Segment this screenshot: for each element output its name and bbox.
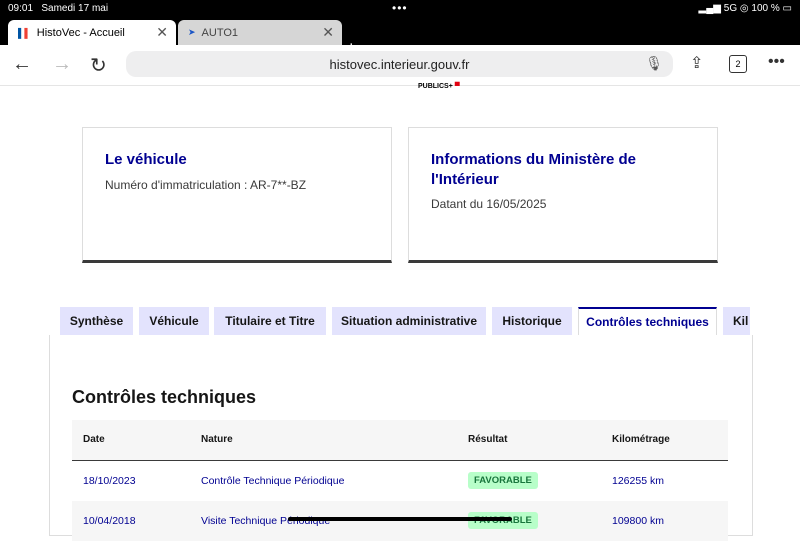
- ministry-card-title: Informations du Ministère de l'Intérieur: [431, 151, 637, 188]
- tab-situation-administrative[interactable]: Situation administrative: [332, 307, 486, 335]
- tab-titulaire[interactable]: Titulaire et Titre: [214, 307, 326, 335]
- browser-tab-title: AUTO1: [201, 26, 239, 39]
- forward-arrow-icon[interactable]: →: [52, 53, 72, 76]
- browser-tab-bar: ▌▌ HistoVec - Accueil ✕ ➤ AUTO1 ✕ +: [0, 18, 800, 58]
- browser-toolbar: ← → ↻ histovec.interieur.gouv.fr 🎙 ⇪ 2 •…: [0, 45, 800, 86]
- table-row: 18/10/2023 Contrôle Technique Périodique…: [72, 461, 728, 501]
- cell-mileage: 126255 km: [612, 475, 664, 487]
- url-bar[interactable]: histovec.interieur.gouv.fr 🎙: [126, 51, 673, 77]
- page-tabs: Synthèse Véhicule Titulaire et Titre Sit…: [60, 307, 750, 335]
- status-indicators: ▂▄▆ 5G ◎ 100 % ▭: [698, 3, 792, 14]
- close-tab-icon[interactable]: ✕: [156, 24, 168, 41]
- tab-synthese[interactable]: Synthèse: [60, 307, 133, 335]
- cell-mileage: 109800 km: [612, 515, 664, 527]
- home-indicator[interactable]: [288, 517, 512, 521]
- tab-panel: Contrôles techniques Date Nature Résulta…: [49, 335, 753, 541]
- browser-tab-histovec[interactable]: ▌▌ HistoVec - Accueil ✕: [8, 20, 176, 45]
- tab-kilometrage[interactable]: Kil: [723, 307, 750, 335]
- ministry-date: Datant du 16/05/2025: [431, 197, 547, 211]
- status-bar: 09:01 Samedi 17 mai ••• ▂▄▆ 5G ◎ 100 % ▭: [0, 0, 800, 18]
- multitasking-dots-icon[interactable]: •••: [392, 1, 408, 15]
- cell-date: 10/04/2018: [83, 515, 136, 527]
- status-time-date: 09:01 Samedi 17 mai: [8, 3, 109, 14]
- status-badge: FAVORABLE: [468, 472, 538, 489]
- registration-number: Numéro d'immatriculation : AR-7**-BZ: [105, 178, 307, 192]
- browser-tab-auto1[interactable]: ➤ AUTO1 ✕: [178, 20, 342, 45]
- french-flag-icon: ▌▌: [18, 27, 31, 38]
- reload-icon[interactable]: ↻: [90, 53, 107, 78]
- back-arrow-icon[interactable]: ←: [12, 53, 32, 76]
- vehicle-card: Le véhicule Numéro d'immatriculation : A…: [82, 127, 392, 263]
- url-text: histovec.interieur.gouv.fr: [329, 56, 470, 72]
- auto1-icon: ➤: [188, 27, 196, 37]
- vehicle-card-title: Le véhicule: [105, 151, 187, 168]
- tab-controles-techniques[interactable]: Contrôles techniques: [578, 307, 717, 335]
- microphone-icon[interactable]: 🎙: [645, 55, 663, 72]
- share-icon[interactable]: ⇪: [690, 53, 703, 73]
- table-header: Date Nature Résultat Kilométrage: [72, 420, 728, 461]
- close-tab-icon[interactable]: ✕: [322, 24, 334, 41]
- column-header-nature: Nature: [201, 434, 233, 445]
- column-header-date: Date: [83, 434, 105, 445]
- cell-nature: Contrôle Technique Périodique: [201, 475, 345, 487]
- cell-date: 18/10/2023: [83, 475, 136, 487]
- more-icon[interactable]: •••: [768, 53, 785, 71]
- site-logo: PUBLICS+ ▀: [418, 83, 460, 90]
- browser-tab-title: HistoVec - Accueil: [36, 26, 125, 39]
- section-title: Contrôles techniques: [72, 387, 257, 407]
- tab-overview-button[interactable]: 2: [729, 55, 747, 73]
- tab-vehicule[interactable]: Véhicule: [139, 307, 209, 335]
- table-row: 10/04/2018 Visite Technique Périodique F…: [72, 501, 728, 541]
- column-header-result: Résultat: [468, 434, 508, 445]
- ministry-card: Informations du Ministère de l'Intérieur …: [408, 127, 718, 263]
- tab-historique[interactable]: Historique: [492, 307, 572, 335]
- column-header-mileage: Kilométrage: [612, 434, 670, 445]
